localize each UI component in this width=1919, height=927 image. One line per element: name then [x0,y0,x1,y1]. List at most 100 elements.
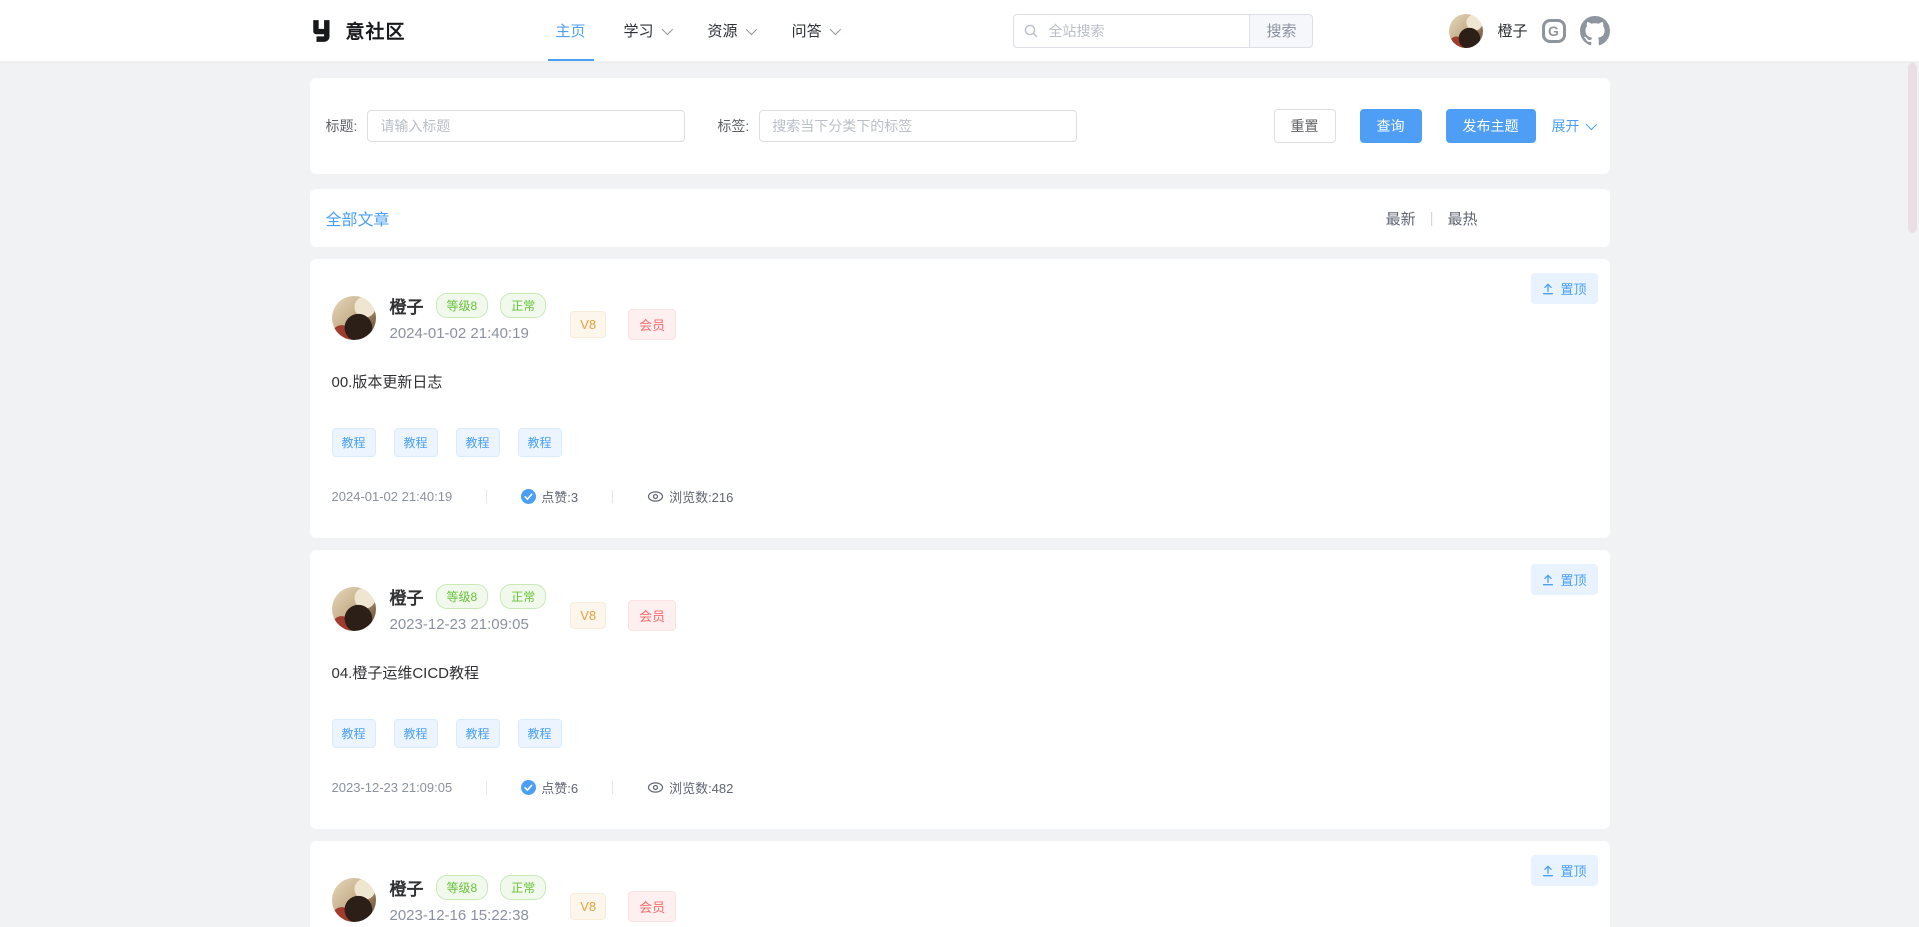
post-card: 置顶 橙子 等级8 正常 2023-12-16 15:22:38 V8 会员 [310,841,1610,927]
views-stat: 浏览数:482 [647,778,733,797]
post-footer-datetime: 2024-01-02 21:40:19 [332,489,453,504]
tag-chip[interactable]: 教程 [394,719,438,748]
post-card: 置顶 橙子 等级8 正常 2023-12-23 21:09:05 V8 会员 0… [310,550,1610,829]
level-badge: 等级8 [436,293,489,318]
tag-chip[interactable]: 教程 [332,719,376,748]
gitee-icon[interactable]: G [1542,19,1566,43]
tag-chip[interactable]: 教程 [332,428,376,457]
search-button[interactable]: 搜索 [1249,14,1313,48]
brand[interactable]: 意社区 [310,17,406,44]
member-badge: 会员 [628,600,676,631]
user-area: 橙子 G [1449,14,1609,48]
vip-badge: V8 [570,893,606,920]
main-content: 标题: 标签: 重置 查询 发布主题 展开 全部文章 最新 | 最热 [310,62,1610,927]
sort-options: 最新 | 最热 [1386,208,1478,229]
tag-chip[interactable]: 教程 [518,428,562,457]
tag-chip[interactable]: 教程 [518,719,562,748]
footer-divider [612,490,613,503]
tag-chip[interactable]: 教程 [394,428,438,457]
footer-divider [612,781,613,794]
pin-button[interactable]: 置顶 [1531,273,1597,304]
main-nav: 主页 学习 资源 问答 [554,0,840,61]
footer-divider [486,781,487,794]
pin-up-icon [1542,283,1554,295]
likes-stat: 点赞:3 [521,487,578,506]
post-tags: 教程 教程 教程 教程 [332,719,1588,748]
member-badge: 会员 [628,891,676,922]
like-check-icon [521,780,536,795]
expand-label: 展开 [1552,116,1580,136]
status-badge: 正常 [500,584,546,609]
footer-divider [486,490,487,503]
like-check-icon [521,489,536,504]
pin-up-icon [1542,574,1554,586]
pin-up-icon [1542,865,1554,877]
post-datetime: 2023-12-16 15:22:38 [390,907,547,924]
post-title[interactable]: 04.橙子运维CICD教程 [332,662,1588,683]
chevron-down-icon [1585,119,1596,130]
global-search: 搜索 [1013,14,1313,48]
pin-button[interactable]: 置顶 [1531,855,1597,886]
pin-label: 置顶 [1560,861,1586,880]
tag-filter-label: 标签: [717,116,749,136]
nav-item-qa[interactable]: 问答 [790,0,840,61]
all-articles-title[interactable]: 全部文章 [326,206,390,230]
active-tab-underline [548,59,594,61]
tag-chip[interactable]: 教程 [456,719,500,748]
nav-item-resource[interactable]: 资源 [706,0,756,61]
search-input[interactable] [1013,14,1249,48]
eye-icon [647,489,664,504]
title-filter-input[interactable] [367,110,685,142]
pin-label: 置顶 [1560,570,1586,589]
likes-label: 点赞:6 [541,778,578,797]
post-footer-datetime: 2023-12-23 21:09:05 [332,780,453,795]
post-footer: 2023-12-23 21:09:05 点赞:6 浏览数:482 [332,778,1588,797]
post-author-avatar[interactable] [332,878,376,922]
sort-separator: | [1430,210,1434,227]
level-badge: 等级8 [436,584,489,609]
post-author-avatar[interactable] [332,296,376,340]
vip-badge: V8 [570,311,606,338]
reset-button[interactable]: 重置 [1274,109,1336,143]
post-footer: 2024-01-02 21:40:19 点赞:3 浏览数:216 [332,487,1588,506]
tag-filter-input[interactable] [759,110,1077,142]
post-datetime: 2023-12-23 21:09:05 [390,616,547,633]
chevron-down-icon [829,23,840,34]
member-badge: 会员 [628,309,676,340]
vip-badge: V8 [570,602,606,629]
nav-qa-label: 问答 [792,20,822,41]
nav-home-label: 主页 [556,20,586,41]
post-author-name[interactable]: 橙子 [390,293,424,318]
eye-icon [647,780,664,795]
expand-link[interactable]: 展开 [1552,116,1594,136]
list-header: 全部文章 最新 | 最热 [310,189,1610,247]
status-badge: 正常 [500,293,546,318]
post-author-name[interactable]: 橙子 [390,584,424,609]
level-badge: 等级8 [436,875,489,900]
sort-newest[interactable]: 最新 [1386,208,1416,229]
post-card: 置顶 橙子 等级8 正常 2024-01-02 21:40:19 V8 会员 0… [310,259,1610,538]
title-filter-label: 标题: [326,116,358,136]
sort-hottest[interactable]: 最热 [1447,208,1477,229]
tag-chip[interactable]: 教程 [456,428,500,457]
user-name[interactable]: 橙子 [1497,20,1527,41]
nav-item-learn[interactable]: 学习 [622,0,672,61]
status-badge: 正常 [500,875,546,900]
github-icon[interactable] [1580,16,1610,46]
post-tags: 教程 教程 教程 教程 [332,428,1588,457]
likes-stat: 点赞:6 [521,778,578,797]
query-button[interactable]: 查询 [1360,109,1422,143]
user-avatar[interactable] [1449,14,1483,48]
search-icon [1023,23,1039,44]
post-title[interactable]: 00.版本更新日志 [332,371,1588,392]
page-scrollbar-thumb[interactable] [1908,63,1917,233]
nav-item-home[interactable]: 主页 [554,0,588,61]
likes-label: 点赞:3 [541,487,578,506]
pin-button[interactable]: 置顶 [1531,564,1597,595]
post-author-name[interactable]: 橙子 [390,875,424,900]
views-label: 浏览数:216 [669,487,733,506]
post-author-avatar[interactable] [332,587,376,631]
publish-topic-button[interactable]: 发布主题 [1446,109,1536,143]
post-datetime: 2024-01-02 21:40:19 [390,325,547,342]
pin-label: 置顶 [1560,279,1586,298]
